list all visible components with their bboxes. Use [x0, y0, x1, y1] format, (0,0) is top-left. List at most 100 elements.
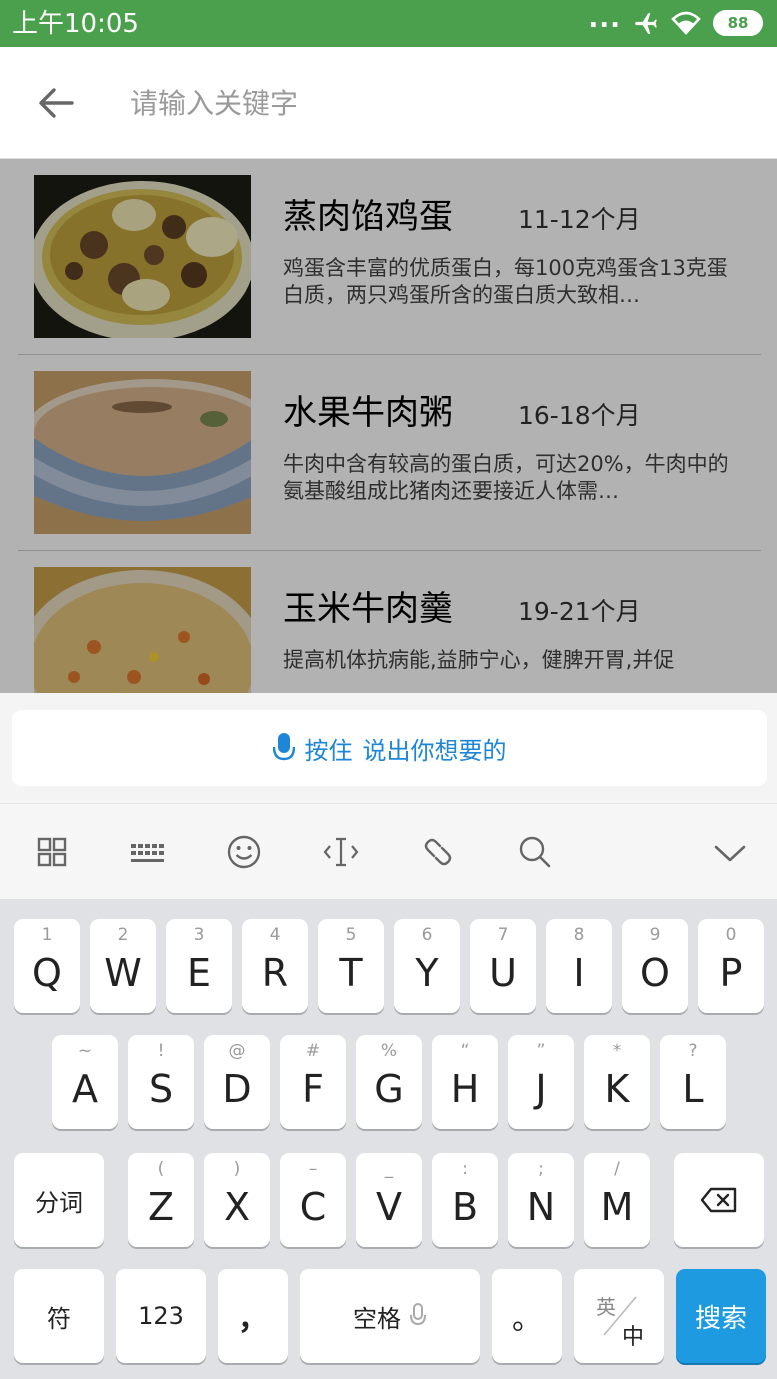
- key-q[interactable]: 1Q: [14, 919, 80, 1013]
- key-label: N: [526, 1185, 556, 1229]
- key-label: U: [489, 951, 517, 995]
- numbers-key[interactable]: 123: [116, 1269, 206, 1363]
- key-f[interactable]: # F: [280, 1035, 346, 1129]
- key-hint: ”: [536, 1041, 546, 1061]
- period-key[interactable]: 。: [492, 1269, 562, 1363]
- key-p[interactable]: 0P: [698, 919, 764, 1013]
- list-item[interactable]: 玉米牛肉羹 19-21个月 提高机体抗病能,益肺宁心，健脾开胃,并促: [0, 551, 777, 693]
- key-label: M: [600, 1185, 634, 1229]
- key-label: B: [451, 1185, 479, 1229]
- search-icon[interactable]: [515, 832, 555, 872]
- key-label: I: [573, 951, 585, 995]
- key-d[interactable]: @ D: [204, 1035, 270, 1129]
- list-item[interactable]: 水果牛肉粥 16-18个月 牛肉中含有较高的蛋白质，可达20%，牛肉中的氨基酸组…: [0, 355, 777, 551]
- key-i[interactable]: 8I: [546, 919, 612, 1013]
- key-label: O: [640, 951, 670, 995]
- key-label: ，: [238, 1302, 268, 1337]
- cursor-icon[interactable]: [321, 832, 361, 872]
- chevron-down-icon[interactable]: [710, 832, 750, 872]
- backspace-key[interactable]: [674, 1153, 764, 1247]
- key-label: J: [535, 1067, 547, 1111]
- key-j[interactable]: ” J: [508, 1035, 574, 1129]
- symbols-key[interactable]: 符: [14, 1269, 104, 1363]
- key-m[interactable]: / M: [584, 1153, 650, 1247]
- key-hint: –: [308, 1159, 318, 1179]
- status-icons: ... 88: [588, 6, 763, 39]
- key-label: X: [223, 1185, 251, 1229]
- comma-key[interactable]: ，: [218, 1269, 288, 1363]
- key-s[interactable]: ! S: [128, 1035, 194, 1129]
- recipe-description: 鸡蛋含丰富的优质蛋白，每100克鸡蛋含13克蛋白质，两只鸡蛋所含的蛋白质大致相…: [283, 256, 728, 307]
- key-label: Z: [147, 1185, 175, 1229]
- key-hint: 3: [193, 925, 205, 945]
- list-item[interactable]: 蒸肉馅鸡蛋 11-12个月 鸡蛋含丰富的优质蛋白，每100克鸡蛋含13克蛋白质，…: [0, 159, 777, 355]
- search-key[interactable]: 搜索: [676, 1269, 766, 1363]
- voice-area: 按住 说出你想要的: [0, 693, 777, 803]
- key-hint: 0: [725, 925, 737, 945]
- key-y[interactable]: 6Y: [394, 919, 460, 1013]
- key-label: W: [104, 951, 142, 995]
- key-w[interactable]: 2W: [90, 919, 156, 1013]
- hold-to-speak-button[interactable]: 按住 说出你想要的: [12, 710, 767, 786]
- key-label: D: [222, 1067, 252, 1111]
- key-label: T: [339, 951, 363, 995]
- microphone-icon: [410, 1303, 426, 1326]
- key-g[interactable]: % G: [356, 1035, 422, 1129]
- fenci-key[interactable]: 分词: [14, 1153, 104, 1247]
- voice-label: 说出你想要的: [362, 736, 507, 765]
- key-n[interactable]: ; N: [508, 1153, 574, 1247]
- key-b[interactable]: :B: [432, 1153, 498, 1247]
- key-h[interactable]: “H: [432, 1035, 498, 1129]
- recipe-image: [34, 371, 251, 534]
- key-hint: (: [157, 1159, 165, 1179]
- key-hint: ;: [538, 1159, 544, 1179]
- key-label: Q: [32, 951, 62, 995]
- key-z[interactable]: (Z: [128, 1153, 194, 1247]
- space-key[interactable]: 空格: [300, 1269, 480, 1363]
- emoji-icon[interactable]: [224, 832, 264, 872]
- key-l[interactable]: ? L: [660, 1035, 726, 1129]
- key-hint: 7: [497, 925, 509, 945]
- link-icon[interactable]: [418, 832, 458, 872]
- key-hint: 4: [269, 925, 281, 945]
- search-input[interactable]: [130, 77, 730, 129]
- key-hint: !: [157, 1041, 165, 1061]
- key-hint: @: [228, 1041, 246, 1061]
- key-e[interactable]: 3E: [166, 919, 232, 1013]
- key-label: R: [261, 951, 289, 995]
- key-label: F: [302, 1067, 324, 1111]
- key-hint: 6: [421, 925, 433, 945]
- key-hint: ): [233, 1159, 241, 1179]
- key-u[interactable]: 7U: [470, 919, 536, 1013]
- status-bar: 上午10:05 ... 88: [0, 0, 777, 47]
- lang-bottom-label: 中: [622, 1325, 645, 1350]
- key-label: S: [148, 1067, 174, 1111]
- key-a[interactable]: ~ A: [52, 1035, 118, 1129]
- language-switch-key[interactable]: 英 中: [574, 1269, 664, 1363]
- keyboard-layout-icon[interactable]: [127, 832, 167, 872]
- key-label: C: [299, 1185, 327, 1229]
- back-arrow-icon[interactable]: [36, 83, 76, 123]
- recipe-title: 蒸肉馅鸡蛋: [283, 197, 453, 237]
- key-hint: ?: [688, 1041, 698, 1061]
- key-k[interactable]: * K: [584, 1035, 650, 1129]
- key-r[interactable]: 4R: [242, 919, 308, 1013]
- wifi-icon: [671, 11, 701, 35]
- key-o[interactable]: 9O: [622, 919, 688, 1013]
- key-hint: %: [380, 1041, 398, 1061]
- recipe-description: 牛肉中含有较高的蛋白质，可达20%，牛肉中的氨基酸组成比猪肉还要接近人体需…: [283, 452, 729, 503]
- grid-icon[interactable]: [32, 832, 72, 872]
- key-v[interactable]: _ V: [356, 1153, 422, 1247]
- key-x[interactable]: ) X: [204, 1153, 270, 1247]
- recipe-image: [34, 175, 251, 338]
- key-label: G: [374, 1067, 404, 1111]
- key-label: H: [450, 1067, 480, 1111]
- key-hint: 1: [41, 925, 53, 945]
- key-c[interactable]: – C: [280, 1153, 346, 1247]
- key-hint: “: [460, 1041, 470, 1061]
- key-hint: :: [462, 1159, 468, 1179]
- recipe-description: 提高机体抗病能,益肺宁心，健脾开胃,并促: [283, 648, 675, 672]
- key-label: 123: [138, 1302, 184, 1330]
- key-t[interactable]: 5T: [318, 919, 384, 1013]
- recipe-age: 19-21个月: [518, 597, 641, 626]
